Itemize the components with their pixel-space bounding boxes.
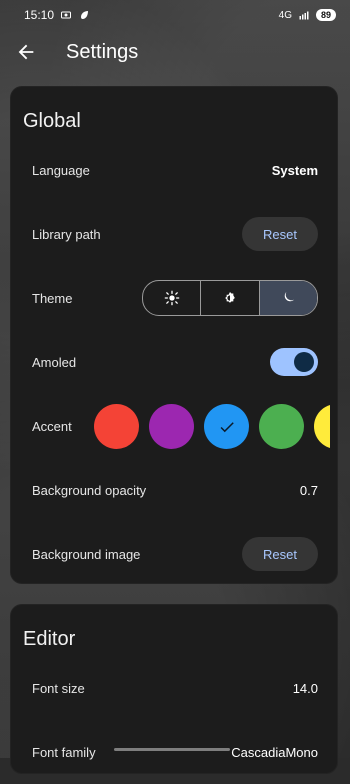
sun-icon xyxy=(164,290,179,306)
settings-card-global: Global Language System Library path Rese… xyxy=(10,86,338,584)
language-value: System xyxy=(271,162,318,178)
status-left: 15:10 xyxy=(24,8,90,22)
setting-background-opacity[interactable]: Background opacity 0.7 xyxy=(10,458,338,522)
toggle-knob xyxy=(294,352,314,372)
accent-label: Accent xyxy=(32,418,72,434)
status-time: 15:10 xyxy=(24,8,55,22)
battery-indicator: 89 xyxy=(316,9,336,21)
section-title-editor: Editor xyxy=(23,628,76,650)
accent-swatch-blue[interactable] xyxy=(204,404,249,449)
setting-theme: Theme xyxy=(10,266,338,330)
accent-swatch-red[interactable] xyxy=(94,404,139,449)
battery-percent: 89 xyxy=(320,10,331,20)
accent-swatch-yellow[interactable] xyxy=(314,404,330,449)
status-network: 4G xyxy=(278,9,292,21)
theme-segmented-control xyxy=(142,280,318,316)
setting-background-image: Background image Reset xyxy=(10,522,338,586)
accent-swatch-green[interactable] xyxy=(259,404,304,449)
theme-auto-option[interactable] xyxy=(201,281,260,315)
font-size-value: 14.0 xyxy=(292,680,318,696)
accent-swatch-purple[interactable] xyxy=(149,404,194,449)
signal-icon xyxy=(299,11,309,20)
status-leaf-icon xyxy=(81,11,89,19)
app-bar: Settings xyxy=(0,30,350,74)
amoled-toggle[interactable] xyxy=(270,348,318,376)
moon-icon xyxy=(285,292,295,302)
font-family-value: CascadiaMono xyxy=(231,744,318,760)
status-right: 4G 89 xyxy=(279,9,336,21)
background-image-reset-button[interactable]: Reset xyxy=(242,537,318,571)
status-bar: 15:10 4G 89 xyxy=(0,0,350,30)
library-path-label: Library path xyxy=(32,226,101,242)
setting-accent: Accent xyxy=(10,394,338,458)
accent-swatch-strip[interactable] xyxy=(94,394,330,458)
check-icon xyxy=(220,421,234,432)
setting-language[interactable]: Language System xyxy=(10,138,338,202)
theme-label: Theme xyxy=(32,290,73,306)
brightness-auto-icon xyxy=(225,292,235,303)
page-title: Settings xyxy=(66,40,139,63)
accent-swatches xyxy=(94,404,330,449)
scroll-indicator xyxy=(114,748,230,751)
background-opacity-value: 0.7 xyxy=(299,482,318,498)
font-size-label: Font size xyxy=(32,680,85,696)
background-image-label: Background image xyxy=(32,546,141,562)
setting-library-path: Library path Reset xyxy=(10,202,338,266)
section-title-global: Global xyxy=(23,110,81,132)
amoled-label: Amoled xyxy=(32,354,77,370)
theme-light-option[interactable] xyxy=(143,281,202,315)
arrow-left-icon xyxy=(18,44,34,60)
language-label: Language xyxy=(32,162,90,178)
theme-dark-option[interactable] xyxy=(259,281,317,315)
setting-font-family[interactable]: Font family CascadiaMono xyxy=(10,720,338,784)
back-button[interactable] xyxy=(0,30,52,74)
library-path-reset-button[interactable]: Reset xyxy=(242,217,318,251)
background-opacity-label: Background opacity xyxy=(32,482,147,498)
setting-amoled: Amoled xyxy=(10,330,338,394)
status-app-icon xyxy=(61,11,72,19)
font-family-label: Font family xyxy=(32,744,96,760)
setting-font-size[interactable]: Font size 14.0 xyxy=(10,656,338,720)
